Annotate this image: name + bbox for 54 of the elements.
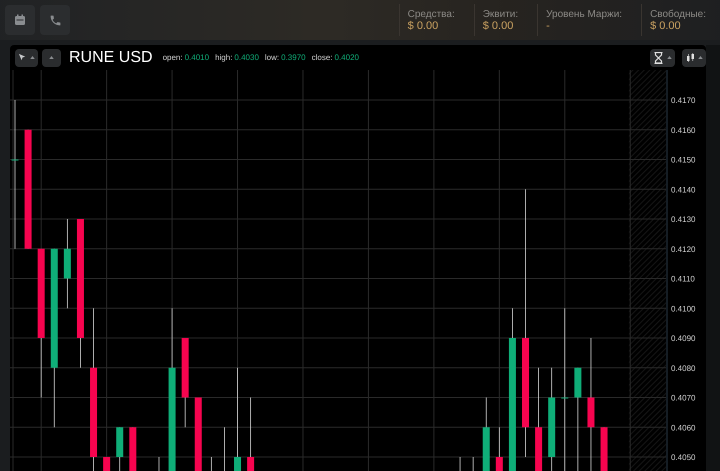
timeframe-button[interactable]: [650, 48, 675, 66]
calendar-button[interactable]: [5, 5, 35, 35]
caret-icon: [698, 56, 702, 59]
account-label: Эквити:: [482, 8, 518, 20]
ohlc-value: 0.4030: [234, 53, 259, 62]
ohlc-label: open:: [162, 53, 183, 62]
ohlc-label: close:: [312, 53, 332, 62]
candlestick: [103, 456, 110, 471]
price-label: 0.4150: [671, 156, 696, 164]
price-label: 0.4140: [671, 185, 696, 194]
candlestick: [210, 456, 212, 471]
price-label: 0.4100: [671, 304, 696, 314]
ohlc-value: 0.4010: [184, 53, 210, 62]
candlestick: [472, 456, 474, 471]
ohlc-label: low:: [264, 53, 280, 62]
account-value: $ 0.00: [650, 20, 682, 32]
symbol-title: RUNE USD: [69, 48, 153, 66]
candlestick: [224, 426, 225, 471]
price-label: 0.4090: [671, 334, 696, 343]
candlestick: [496, 426, 503, 471]
cursor-icon: [18, 53, 27, 62]
candlestick-icon: [686, 52, 694, 62]
caret-icon: [30, 56, 35, 59]
chart-type-button[interactable]: [682, 48, 706, 66]
account-label: Средства:: [408, 8, 455, 20]
candlestick: [129, 426, 136, 471]
price-label: 0.4080: [671, 364, 696, 373]
account-value: -: [546, 20, 551, 32]
ohlc-label: high:: [215, 53, 232, 62]
price-label: 0.4070: [671, 394, 696, 402]
price-label: 0.4120: [671, 244, 696, 254]
drawing-tool-button[interactable]: [15, 48, 38, 66]
account-value: $ 0.00: [482, 20, 514, 32]
price-label: 0.4110: [671, 274, 695, 284]
caret-icon: [667, 56, 672, 59]
price-label: 0.4130: [671, 215, 696, 224]
caret-icon: [49, 56, 54, 59]
price-label: 0.4060: [671, 423, 696, 432]
account-value: $ 0.00: [408, 20, 440, 32]
hourglass-icon: [653, 52, 664, 64]
candlestick: [158, 456, 160, 471]
ohlc-value: 0.3970: [281, 53, 306, 62]
candlestick: [116, 426, 124, 471]
collapse-button[interactable]: [42, 48, 61, 66]
account-label: Свободные:: [650, 8, 706, 20]
ohlc-value: 0.4020: [334, 53, 359, 62]
price-label: 0.4160: [671, 126, 696, 135]
candlestick: [600, 426, 608, 471]
price-label: 0.4050: [671, 453, 696, 462]
phone-icon: [48, 14, 62, 26]
calendar-icon: [14, 14, 26, 26]
price-label: 0.4170: [671, 96, 696, 105]
phone-button[interactable]: [40, 5, 70, 35]
account-label: Уровень Маржи:: [546, 8, 622, 20]
